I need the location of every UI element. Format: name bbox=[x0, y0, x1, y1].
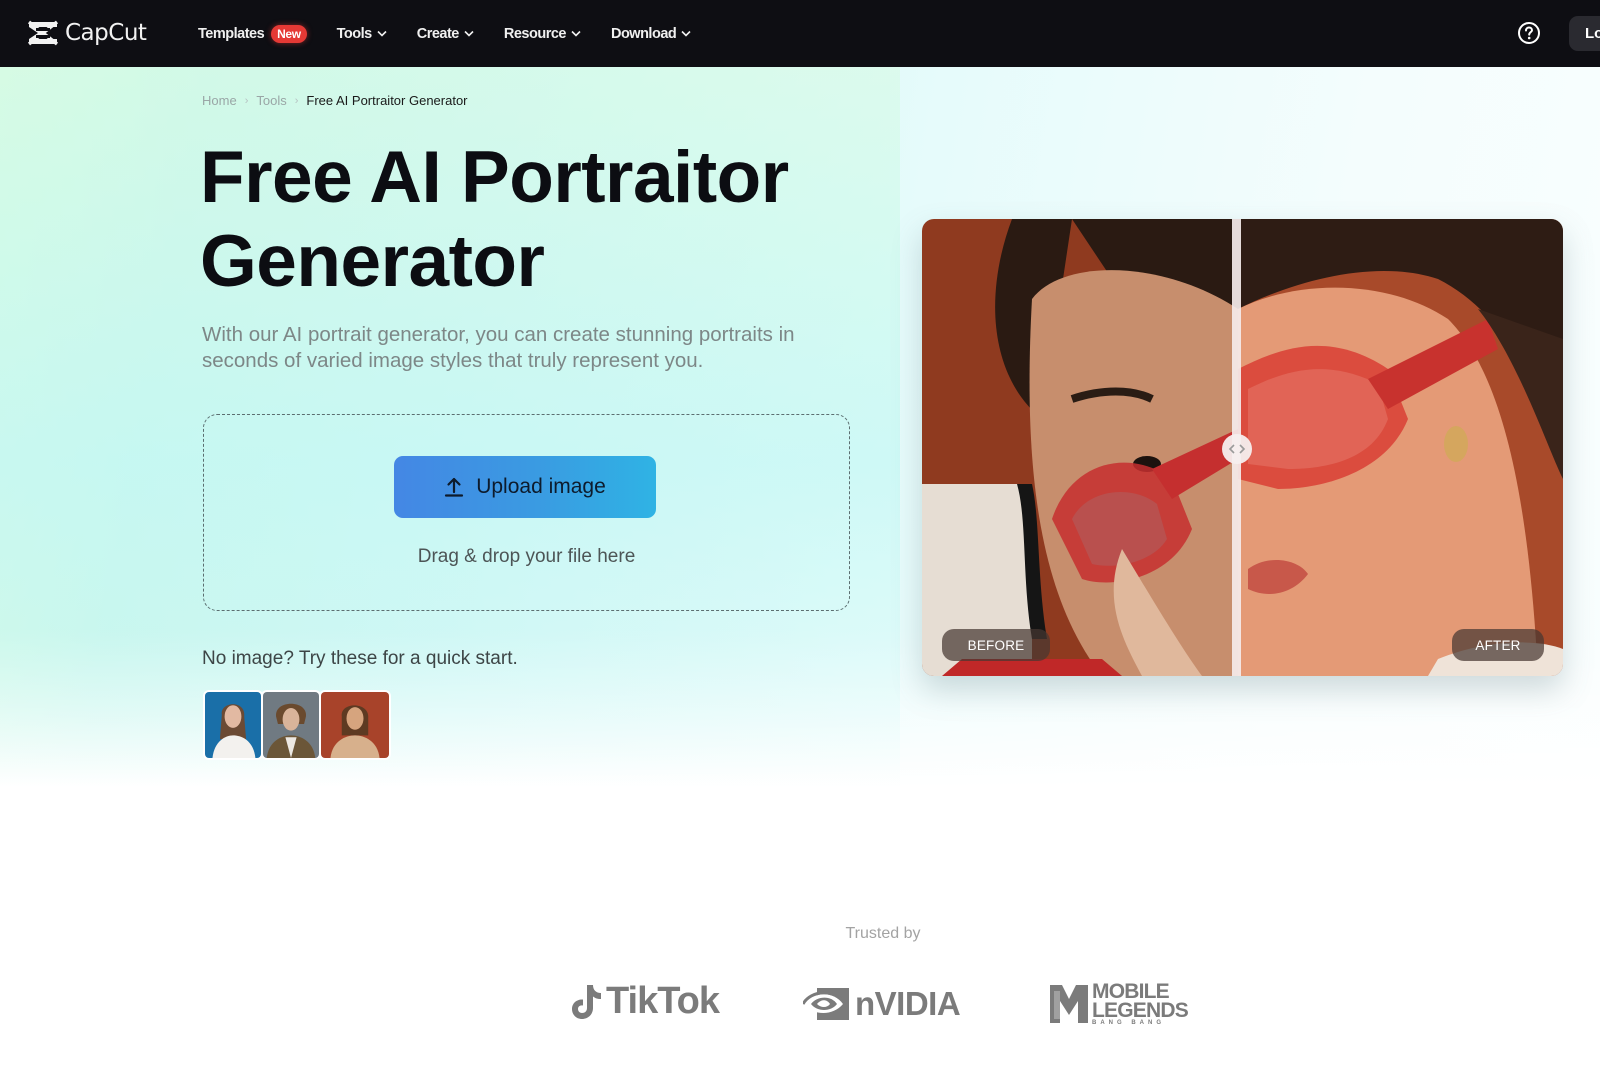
breadcrumb-separator-icon: › bbox=[294, 94, 299, 107]
chevron-left-right-icon bbox=[1228, 444, 1246, 454]
question-circle-icon[interactable] bbox=[1517, 21, 1541, 45]
chevron-down-icon bbox=[464, 30, 474, 37]
page-title: Free AI Portraitor Generator bbox=[200, 137, 789, 302]
breadcrumb-separator-icon: › bbox=[244, 94, 249, 107]
nav-create[interactable]: Create bbox=[417, 26, 474, 42]
chevron-down-icon bbox=[377, 30, 387, 37]
nav-tools-label: Tools bbox=[336, 25, 373, 42]
tiktok-wordmark: TikTok bbox=[606, 980, 720, 1022]
upload-dropzone[interactable]: Upload image Drag & drop your file here bbox=[203, 414, 850, 611]
nvidia-logo: nVIDIA bbox=[803, 985, 961, 1023]
sample-image-woman-rust[interactable] bbox=[319, 690, 391, 760]
breadcrumb: Home › Tools › Free AI Portraitor Genera… bbox=[202, 93, 468, 108]
capcut-logo[interactable]: CapCut bbox=[27, 20, 147, 46]
before-after-comparison[interactable]: BEFORE AFTER bbox=[922, 219, 1563, 676]
nav-download-label: Download bbox=[610, 25, 677, 42]
capcut-logo-icon bbox=[27, 20, 59, 46]
login-button[interactable]: Log in bbox=[1569, 16, 1600, 51]
nvidia-wordmark: nVIDIA bbox=[855, 985, 961, 1022]
nav-templates[interactable]: Templates New bbox=[198, 24, 307, 43]
tiktok-logo: TikTok bbox=[570, 980, 720, 1023]
quickstart-label: No image? Try these for a quick start. bbox=[202, 648, 518, 669]
mobile-legends-logo: MOBILE LEGENDS BANG BANG bbox=[1048, 981, 1189, 1026]
drop-hint: Drag & drop your file here bbox=[417, 546, 636, 567]
nvidia-eye-icon bbox=[803, 988, 849, 1020]
sample-portrait-1 bbox=[205, 692, 261, 758]
nav-tools[interactable]: Tools bbox=[337, 26, 387, 42]
breadcrumb-home[interactable]: Home bbox=[202, 93, 237, 108]
sample-portrait-3 bbox=[321, 692, 389, 758]
after-image bbox=[1238, 219, 1563, 676]
trusted-by-label: Trusted by bbox=[845, 925, 921, 942]
after-label: AFTER bbox=[1452, 629, 1544, 661]
mobile-legends-m-icon bbox=[1050, 985, 1088, 1023]
main-nav: Templates New Tools Create Resource Down… bbox=[198, 0, 691, 67]
sample-portrait-2 bbox=[263, 692, 319, 758]
mobile-legends-sub: BANG BANG bbox=[1092, 1020, 1165, 1026]
nav-resource[interactable]: Resource bbox=[504, 26, 581, 42]
upload-arrow-icon bbox=[445, 477, 464, 497]
upload-image-button[interactable]: Upload image bbox=[394, 456, 656, 518]
brand-name: CapCut bbox=[65, 20, 147, 46]
nav-templates-label: Templates bbox=[198, 25, 265, 42]
comparison-slider-handle[interactable] bbox=[1222, 434, 1252, 464]
new-badge: New bbox=[271, 24, 307, 43]
chevron-down-icon bbox=[681, 30, 691, 37]
chevron-down-icon bbox=[571, 30, 581, 37]
top-navbar: CapCut Templates New Tools Create Resour… bbox=[0, 0, 1600, 67]
nav-resource-label: Resource bbox=[503, 25, 567, 42]
sample-image-woman-blue[interactable] bbox=[203, 690, 263, 760]
sample-images bbox=[203, 690, 391, 760]
before-label: BEFORE bbox=[942, 629, 1050, 661]
upload-button-label: Upload image bbox=[476, 475, 606, 498]
nav-download[interactable]: Download bbox=[611, 26, 691, 42]
sample-image-man-grey[interactable] bbox=[261, 690, 321, 760]
breadcrumb-tools[interactable]: Tools bbox=[256, 93, 286, 108]
mobile-legends-line2: LEGENDS bbox=[1092, 999, 1189, 1022]
nav-create-label: Create bbox=[416, 25, 460, 42]
breadcrumb-current: Free AI Portraitor Generator bbox=[306, 93, 468, 108]
before-image bbox=[922, 219, 1238, 676]
mobile-legends-wordmark: MOBILE LEGENDS BANG BANG bbox=[1092, 981, 1189, 1026]
tiktok-note-icon bbox=[572, 984, 601, 1019]
page-subtitle: With our AI portrait generator, you can … bbox=[202, 323, 795, 372]
